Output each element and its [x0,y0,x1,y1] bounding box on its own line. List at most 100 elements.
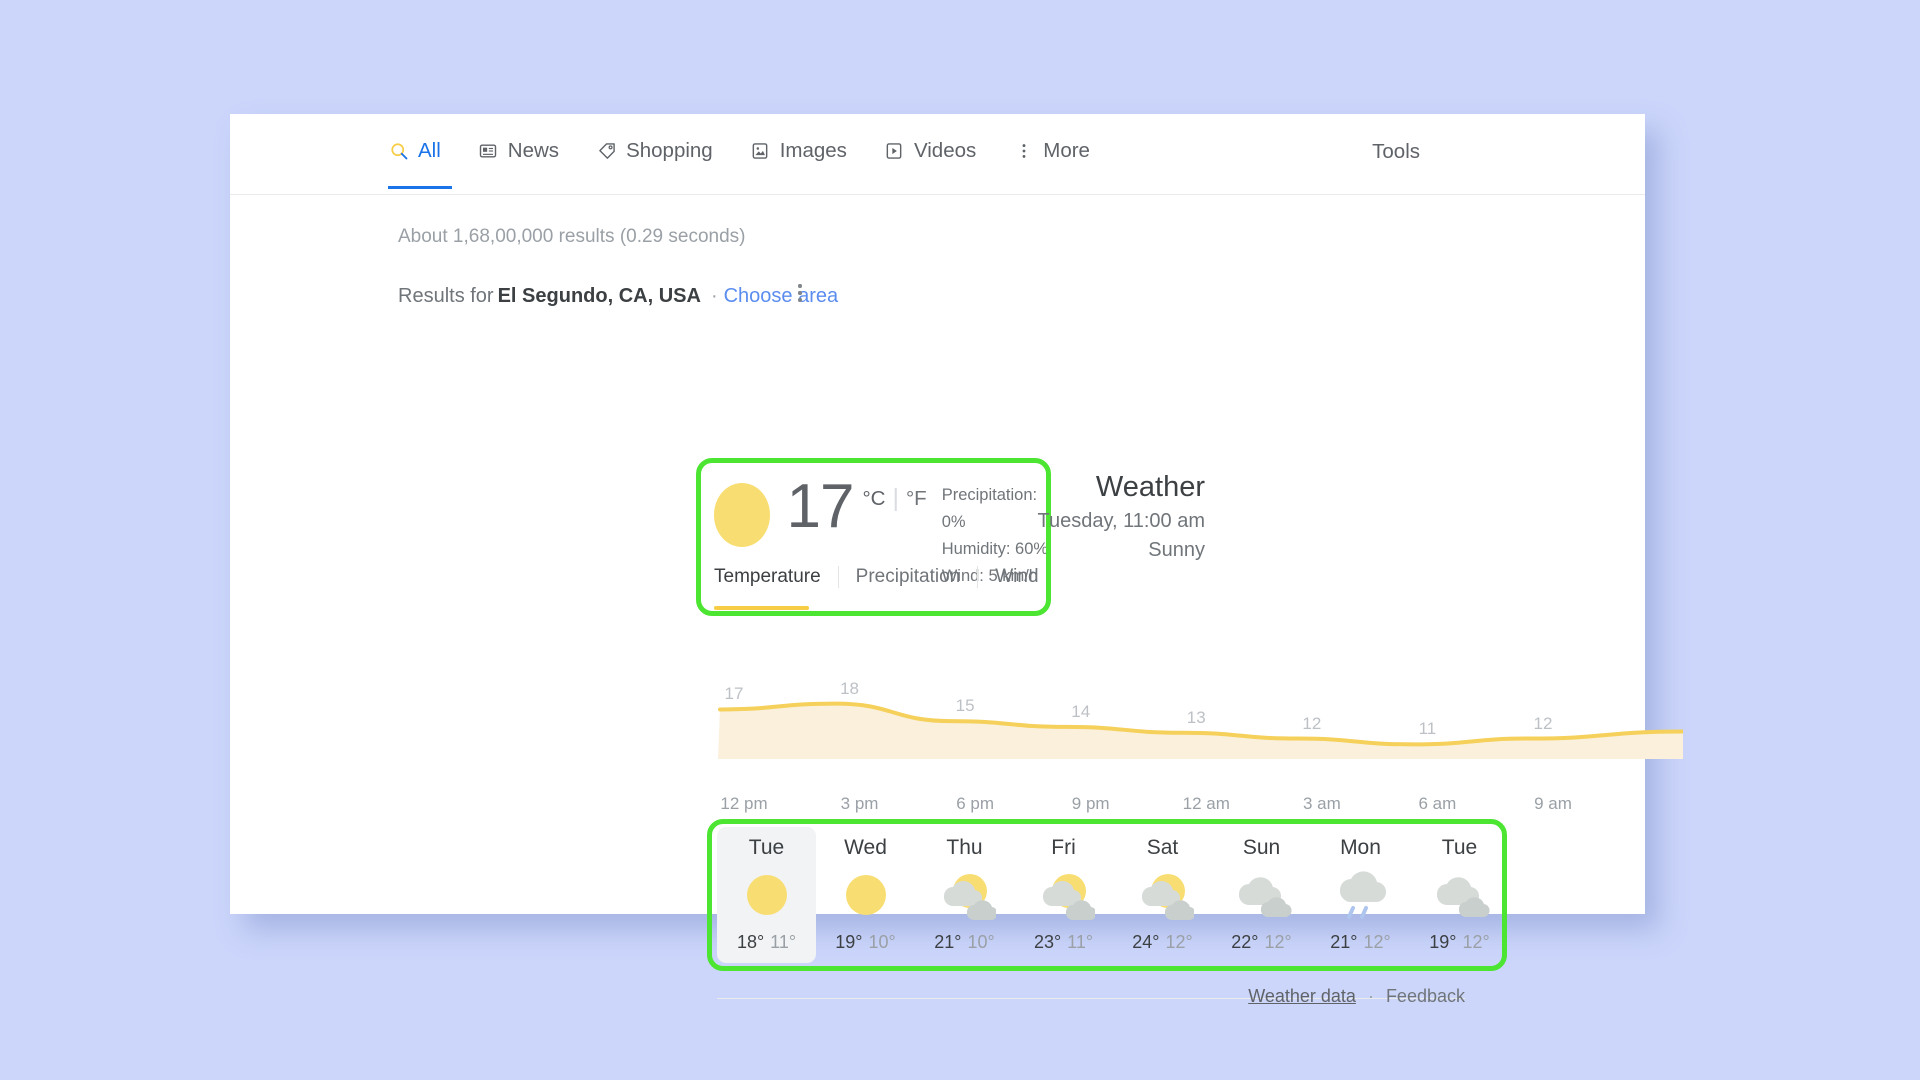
forecast-day-temps: 21° 12° [1330,932,1390,953]
kebab-icon [1013,141,1034,162]
choose-area-link[interactable]: Choose area [724,285,839,308]
forecast-high: 19° [1429,932,1457,952]
forecast-day-name: Mon [1340,836,1381,859]
results-options-kebab-icon[interactable] [790,280,810,306]
metric-tab-wind[interactable]: Wind [978,566,1055,588]
search-results-card: All News Shopping Images Videos More Too… [230,114,1683,1006]
metric-tab-precipitation[interactable]: Precipitation [839,566,978,588]
sunny-icon [835,864,897,926]
chart-axis-label: 6 am [1418,794,1457,813]
footer-separator: · [1367,986,1374,1006]
tab-more[interactable]: More [1013,128,1109,174]
weather-condition: Sunny [1148,538,1205,561]
video-icon [884,141,905,162]
forecast-high: 23° [1033,932,1062,952]
forecast-day-tue-7[interactable]: Tue 19° 12° [1410,827,1509,963]
screen: All News Shopping Images Videos More Too… [0,0,1920,1080]
metric-tab-temperature-label: Temperature [714,566,821,587]
forecast-day-name: Tue [748,836,785,859]
unit-fahrenheit[interactable]: °F [906,487,927,511]
forecast-day-temps: 24° 12° [1132,932,1192,953]
metric-tab-underline [714,606,809,610]
forecast-high: 18° [736,932,765,952]
page-title: Weather [1095,471,1205,503]
chart-axis-label: 9 am [1534,794,1572,813]
unit-toggle[interactable]: °C | °F [862,484,926,513]
tab-all-label: All [418,139,441,162]
forecast-low: 12° [1363,932,1391,952]
search-tabs-bar: All News Shopping Images Videos More Too… [230,114,1645,195]
forecast-day-name: Sun [1242,836,1281,859]
sunny-icon [736,864,798,926]
forecast-day-fri-3[interactable]: Fri 23° 11° [1014,827,1113,963]
active-tab-underline [388,186,452,189]
unit-celsius[interactable]: °C [862,487,885,511]
forecast-day-name: Sat [1146,836,1179,859]
forecast-day-name: Thu [946,836,983,859]
forecast-day-wed-1[interactable]: Wed 19° 10° [816,827,915,963]
search-icon [388,141,409,162]
forecast-day-temps: 19° 10° [835,932,895,953]
tab-all[interactable]: All [388,128,460,189]
hourly-temperature-chart [718,689,1683,759]
unit-divider: | [892,484,899,512]
forecast-day-temps: 21° 10° [934,932,994,953]
tab-shopping[interactable]: Shopping [596,128,732,174]
forecast-day-thu-2[interactable]: Thu 21° 10° [915,827,1014,963]
forecast-low: 12° [1165,932,1193,952]
weather-data-link[interactable]: Weather data [1248,986,1356,1007]
forecast-day-temps: 18° 11° [737,932,796,953]
cloudy-icon [1429,864,1491,926]
forecast-high: 22° [1231,932,1259,952]
forecast-low: 11° [770,932,797,952]
forecast-low: 10° [967,932,995,952]
forecast-day-name: Tue [1441,836,1478,859]
current-weather-panel: 17 °C | °F Precipitation: 0% Humidity: 6… [696,458,1051,616]
forecast-day-tue-0[interactable]: Tue 18° 11° [717,827,816,963]
rain-icon [1330,864,1392,926]
results-for-line: Results for El Segundo, CA, USA · Choose… [398,285,838,308]
forecast-high: 19° [835,932,863,952]
feedback-link[interactable]: Feedback [1386,986,1465,1007]
weather-datetime: Tuesday, 11:00 am [1037,509,1206,532]
search-tabs: All News Shopping Images Videos More [388,128,1127,189]
tab-images[interactable]: Images [750,128,866,174]
forecast-low: 10° [868,932,896,952]
current-temperature: 17 [786,472,854,541]
results-for-label: Results for [398,285,494,307]
forecast-day-sun-5[interactable]: Sun 22° 12° [1212,827,1311,963]
metric-tab-wind-label: Wind [995,566,1039,587]
hourly-chart-axis-labels: 12 pm 3 pm 6 pm 9 pm 12 am 3 am 6 am 9 am [718,794,1683,820]
forecast-high: 21° [1330,932,1358,952]
forecast-high: 24° [1132,932,1160,952]
tools-button[interactable]: Tools [1372,140,1420,164]
image-icon [750,141,771,162]
tab-news[interactable]: News [478,128,578,174]
chart-axis-label: 12 am [1182,794,1230,813]
tab-videos[interactable]: Videos [884,128,995,174]
sun-icon [714,483,771,547]
news-icon [478,141,499,162]
forecast-day-temps: 19° 12° [1429,932,1489,953]
partly-cloudy-icon [1132,864,1194,926]
chart-axis-label: 3 pm [840,794,879,813]
partly-cloudy-icon [934,864,996,926]
tab-news-label: News [507,139,560,162]
metric-tabs: Temperature Precipitation Wind [714,566,1056,610]
results-separator: · [710,285,718,307]
weather-heading: Weather Tuesday, 11:00 am Sunny [1038,469,1206,565]
forecast-day-temps: 23° 11° [1034,932,1093,953]
forecast-low: 12° [1462,932,1490,952]
tab-images-label: Images [779,139,847,162]
tab-shopping-label: Shopping [626,139,713,162]
hourly-chart-svg [718,701,1683,759]
forecast-day-sat-4[interactable]: Sat 24° 12° [1113,827,1212,963]
precipitation-value: Precipitation: 0% [941,486,1038,531]
chart-axis-label: 9 pm [1071,794,1110,813]
tab-more-label: More [1043,139,1090,162]
forecast-day-mon-6[interactable]: Mon 21° 12° [1311,827,1410,963]
chart-axis-label: 3 am [1302,794,1341,813]
tab-videos-label: Videos [913,139,977,162]
results-count: About 1,68,00,000 results (0.29 seconds) [398,226,746,247]
metric-tab-temperature[interactable]: Temperature [714,566,838,610]
